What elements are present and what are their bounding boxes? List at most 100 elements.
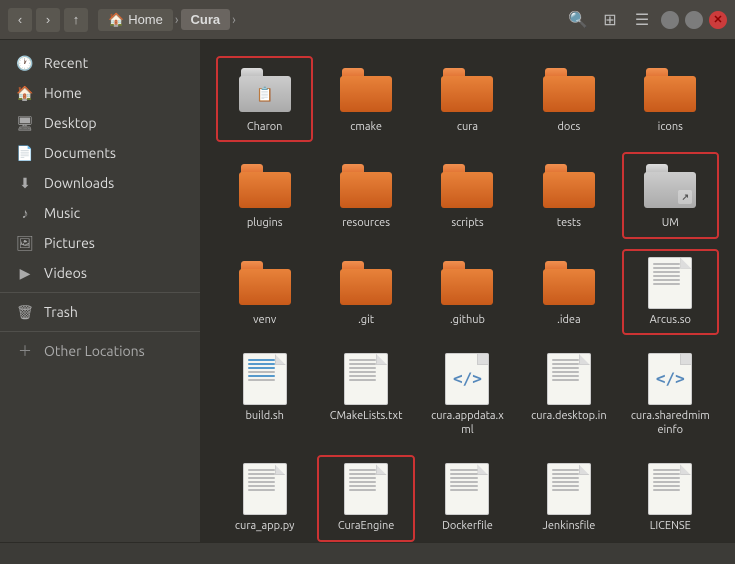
file-item-idea[interactable]: .idea (520, 249, 617, 335)
file-item-cura-appdata[interactable]: </> cura.appdata.xml (419, 345, 516, 446)
sidebar-item-documents[interactable]: 📄 Documents (0, 138, 200, 168)
file-item-cura-desktop[interactable]: cura.desktop.in (520, 345, 617, 446)
home-icon: 🏠 (108, 12, 124, 28)
codefile-icon-appdata: </> (441, 353, 493, 405)
file-item-cmakelists[interactable]: CMakeLists.txt (317, 345, 414, 446)
titlebar: ‹ › ↑ 🏠 Home › Cura › 🔍 ⊞ ☰ ✕ (0, 0, 735, 40)
pictures-icon: 🖼 (16, 234, 34, 252)
statusbar (0, 542, 735, 564)
sidebar-label-trash: Trash (44, 304, 78, 320)
file-item-cura-app[interactable]: cura_app.py (216, 455, 313, 541)
file-area: 📋 Charon cmake (200, 40, 735, 542)
up-button[interactable]: ↑ (64, 8, 88, 32)
file-name-scripts: scripts (451, 216, 483, 230)
file-item-icons[interactable]: icons (622, 56, 719, 142)
sidebar: 🕐 Recent 🏠 Home 🖥 Desktop 📄 Documents ⬇ … (0, 40, 200, 542)
sidebar-item-other-locations[interactable]: ＋ Other Locations (0, 336, 200, 366)
view-toggle-button[interactable]: ⊞ (597, 7, 623, 33)
folder-icon-github (441, 257, 493, 309)
file-item-scripts[interactable]: scripts (419, 152, 516, 238)
textfile-icon-arcus (644, 257, 696, 309)
music-icon: ♪ (16, 204, 34, 222)
file-item-license[interactable]: LICENSE (622, 455, 719, 541)
home-sidebar-icon: 🏠 (16, 84, 34, 102)
file-name-docs: docs (558, 120, 581, 134)
breadcrumb-separator: › (173, 13, 181, 27)
folder-icon-um: ↗ (644, 160, 696, 212)
file-name-tests: tests (557, 216, 581, 230)
breadcrumb-home[interactable]: 🏠 Home (98, 9, 173, 31)
file-item-charon[interactable]: 📋 Charon (216, 56, 313, 142)
sidebar-item-pictures[interactable]: 🖼 Pictures (0, 228, 200, 258)
menu-button[interactable]: ☰ (629, 7, 655, 33)
recent-icon: 🕐 (16, 54, 34, 72)
search-button[interactable]: 🔍 (565, 7, 591, 33)
sidebar-item-recent[interactable]: 🕐 Recent (0, 48, 200, 78)
sidebar-label-other-locations: Other Locations (44, 343, 145, 359)
folder-icon-resources (340, 160, 392, 212)
sidebar-label-music: Music (44, 205, 80, 221)
sidebar-item-desktop[interactable]: 🖥 Desktop (0, 108, 200, 138)
sidebar-item-trash[interactable]: 🗑 Trash (0, 297, 200, 327)
textfile-icon-jenkinsfile (543, 463, 595, 515)
file-item-dockerfile[interactable]: Dockerfile (419, 455, 516, 541)
titlebar-right: 🔍 ⊞ ☰ ✕ (565, 7, 727, 33)
file-name-cmake: cmake (350, 120, 382, 134)
file-item-cura[interactable]: cura (419, 56, 516, 142)
maximize-button[interactable] (685, 11, 703, 29)
forward-button[interactable]: › (36, 8, 60, 32)
folder-icon-plugins (239, 160, 291, 212)
file-item-github[interactable]: .github (419, 249, 516, 335)
sidebar-divider (0, 292, 200, 293)
file-name-icons: icons (658, 120, 683, 134)
file-item-cmake[interactable]: cmake (317, 56, 414, 142)
file-name-plugins: plugins (247, 216, 283, 230)
textfile-icon-desktop (543, 353, 595, 405)
file-item-docs[interactable]: docs (520, 56, 617, 142)
scriptfile-icon-build (239, 353, 291, 405)
folder-icon-docs (543, 64, 595, 116)
textfile-icon-cmakelists (340, 353, 392, 405)
sidebar-item-videos[interactable]: ▶ Videos (0, 258, 200, 288)
sidebar-item-downloads[interactable]: ⬇ Downloads (0, 168, 200, 198)
file-name-um: UM (662, 216, 679, 230)
folder-icon-idea (543, 257, 595, 309)
file-item-cura-sharedmime[interactable]: </> cura.sharedmimeinfo (622, 345, 719, 446)
sidebar-item-music[interactable]: ♪ Music (0, 198, 200, 228)
file-item-um[interactable]: ↗ UM (622, 152, 719, 238)
file-item-tests[interactable]: tests (520, 152, 617, 238)
file-name-github: .github (450, 313, 485, 327)
sidebar-divider2 (0, 331, 200, 332)
file-item-build-sh[interactable]: build.sh (216, 345, 313, 446)
add-location-icon: ＋ (16, 342, 34, 360)
breadcrumb-separator2: › (230, 13, 238, 27)
breadcrumb-cura-label: Cura (191, 12, 221, 27)
file-item-plugins[interactable]: plugins (216, 152, 313, 238)
file-item-git[interactable]: .git (317, 249, 414, 335)
file-name-resources: resources (342, 216, 390, 230)
file-item-resources[interactable]: resources (317, 152, 414, 238)
file-name-arcus-so: Arcus.so (650, 313, 691, 327)
file-item-cura-engine[interactable]: CuraEngine (317, 455, 414, 541)
folder-icon-cmake (340, 64, 392, 116)
back-button[interactable]: ‹ (8, 8, 32, 32)
downloads-icon: ⬇ (16, 174, 34, 192)
minimize-button[interactable] (661, 11, 679, 29)
close-button[interactable]: ✕ (709, 11, 727, 29)
breadcrumb-cura[interactable]: Cura (181, 9, 231, 30)
folder-icon-charon: 📋 (239, 64, 291, 116)
file-name-idea: .idea (557, 313, 581, 327)
file-name-build-sh: build.sh (245, 409, 283, 423)
sidebar-item-home[interactable]: 🏠 Home (0, 78, 200, 108)
file-name-cura-app: cura_app.py (235, 519, 295, 533)
textfile-icon-license (644, 463, 696, 515)
file-item-arcus-so[interactable]: Arcus.so (622, 249, 719, 335)
sidebar-label-recent: Recent (44, 55, 88, 71)
file-item-venv[interactable]: venv (216, 249, 313, 335)
folder-icon-scripts (441, 160, 493, 212)
breadcrumb-home-label: Home (128, 12, 163, 27)
file-name-venv: venv (253, 313, 276, 327)
textfile-icon-cura-engine (340, 463, 392, 515)
main-content: 🕐 Recent 🏠 Home 🖥 Desktop 📄 Documents ⬇ … (0, 40, 735, 542)
file-item-jenkinsfile[interactable]: Jenkinsfile (520, 455, 617, 541)
